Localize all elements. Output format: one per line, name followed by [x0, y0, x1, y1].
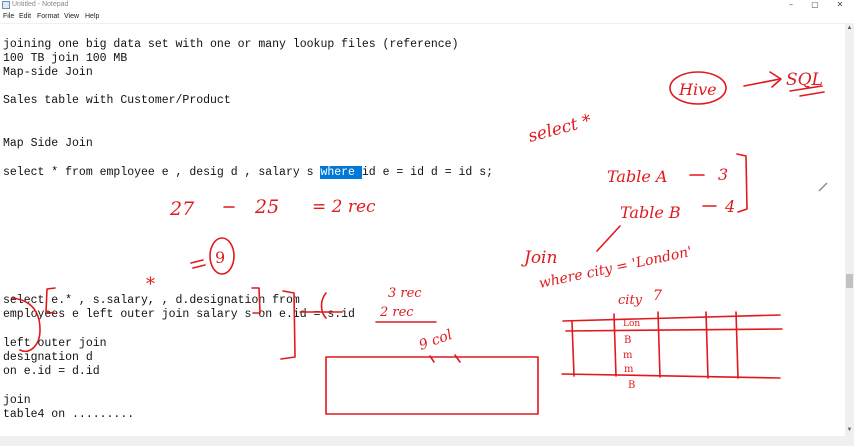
select-query-line: select * from employee e , desig d , sal… [3, 166, 493, 180]
text-line: select e.* , s.salary, , d.designation f… [3, 294, 300, 307]
text-line: joining one big data set with one or man… [3, 38, 459, 51]
text-line: employees e left outer join salary s on … [3, 308, 355, 321]
text-line: Map-side Join [3, 66, 93, 79]
text-line: designation d [3, 351, 93, 364]
text-editor[interactable]: joining one big data set with one or man… [0, 24, 845, 436]
menu-edit[interactable]: Edit [19, 12, 31, 22]
text-line: join [3, 394, 31, 407]
text-line: table4 on ......... [3, 408, 135, 421]
menu-file[interactable]: File [3, 12, 14, 22]
menu-help[interactable]: Help [85, 12, 99, 22]
menu-view[interactable]: View [64, 12, 79, 22]
title-bar: Untitled - Notepad – ▢ ✕ [0, 0, 854, 11]
scroll-up-icon[interactable]: ▲ [845, 24, 854, 33]
text-line: Map Side Join [3, 137, 93, 150]
close-button[interactable]: ✕ [828, 0, 852, 11]
menu-bar: File Edit Format View Help [0, 11, 854, 24]
text-line: id e = id d = id s; [361, 166, 493, 179]
vertical-scrollbar[interactable] [845, 24, 854, 436]
menu-format[interactable]: Format [37, 12, 59, 22]
scrollbar-thumb[interactable] [846, 274, 853, 288]
window-title: Untitled - Notepad [12, 1, 69, 8]
notepad-icon [2, 1, 10, 9]
pen-cursor-icon [818, 182, 828, 192]
text-line: left outer join [3, 337, 107, 350]
text-line: on e.id = d.id [3, 365, 100, 378]
maximize-button[interactable]: ▢ [803, 0, 827, 11]
minimize-button[interactable]: – [779, 0, 803, 11]
text-line: select * from employee e , desig d , sal… [3, 166, 321, 179]
text-line: Sales table with Customer/Product [3, 94, 231, 107]
text-line: 100 TB join 100 MB [3, 52, 128, 65]
horizontal-scrollbar[interactable] [0, 436, 854, 446]
selected-text: where [320, 166, 362, 179]
scroll-down-icon[interactable]: ▼ [845, 426, 854, 435]
